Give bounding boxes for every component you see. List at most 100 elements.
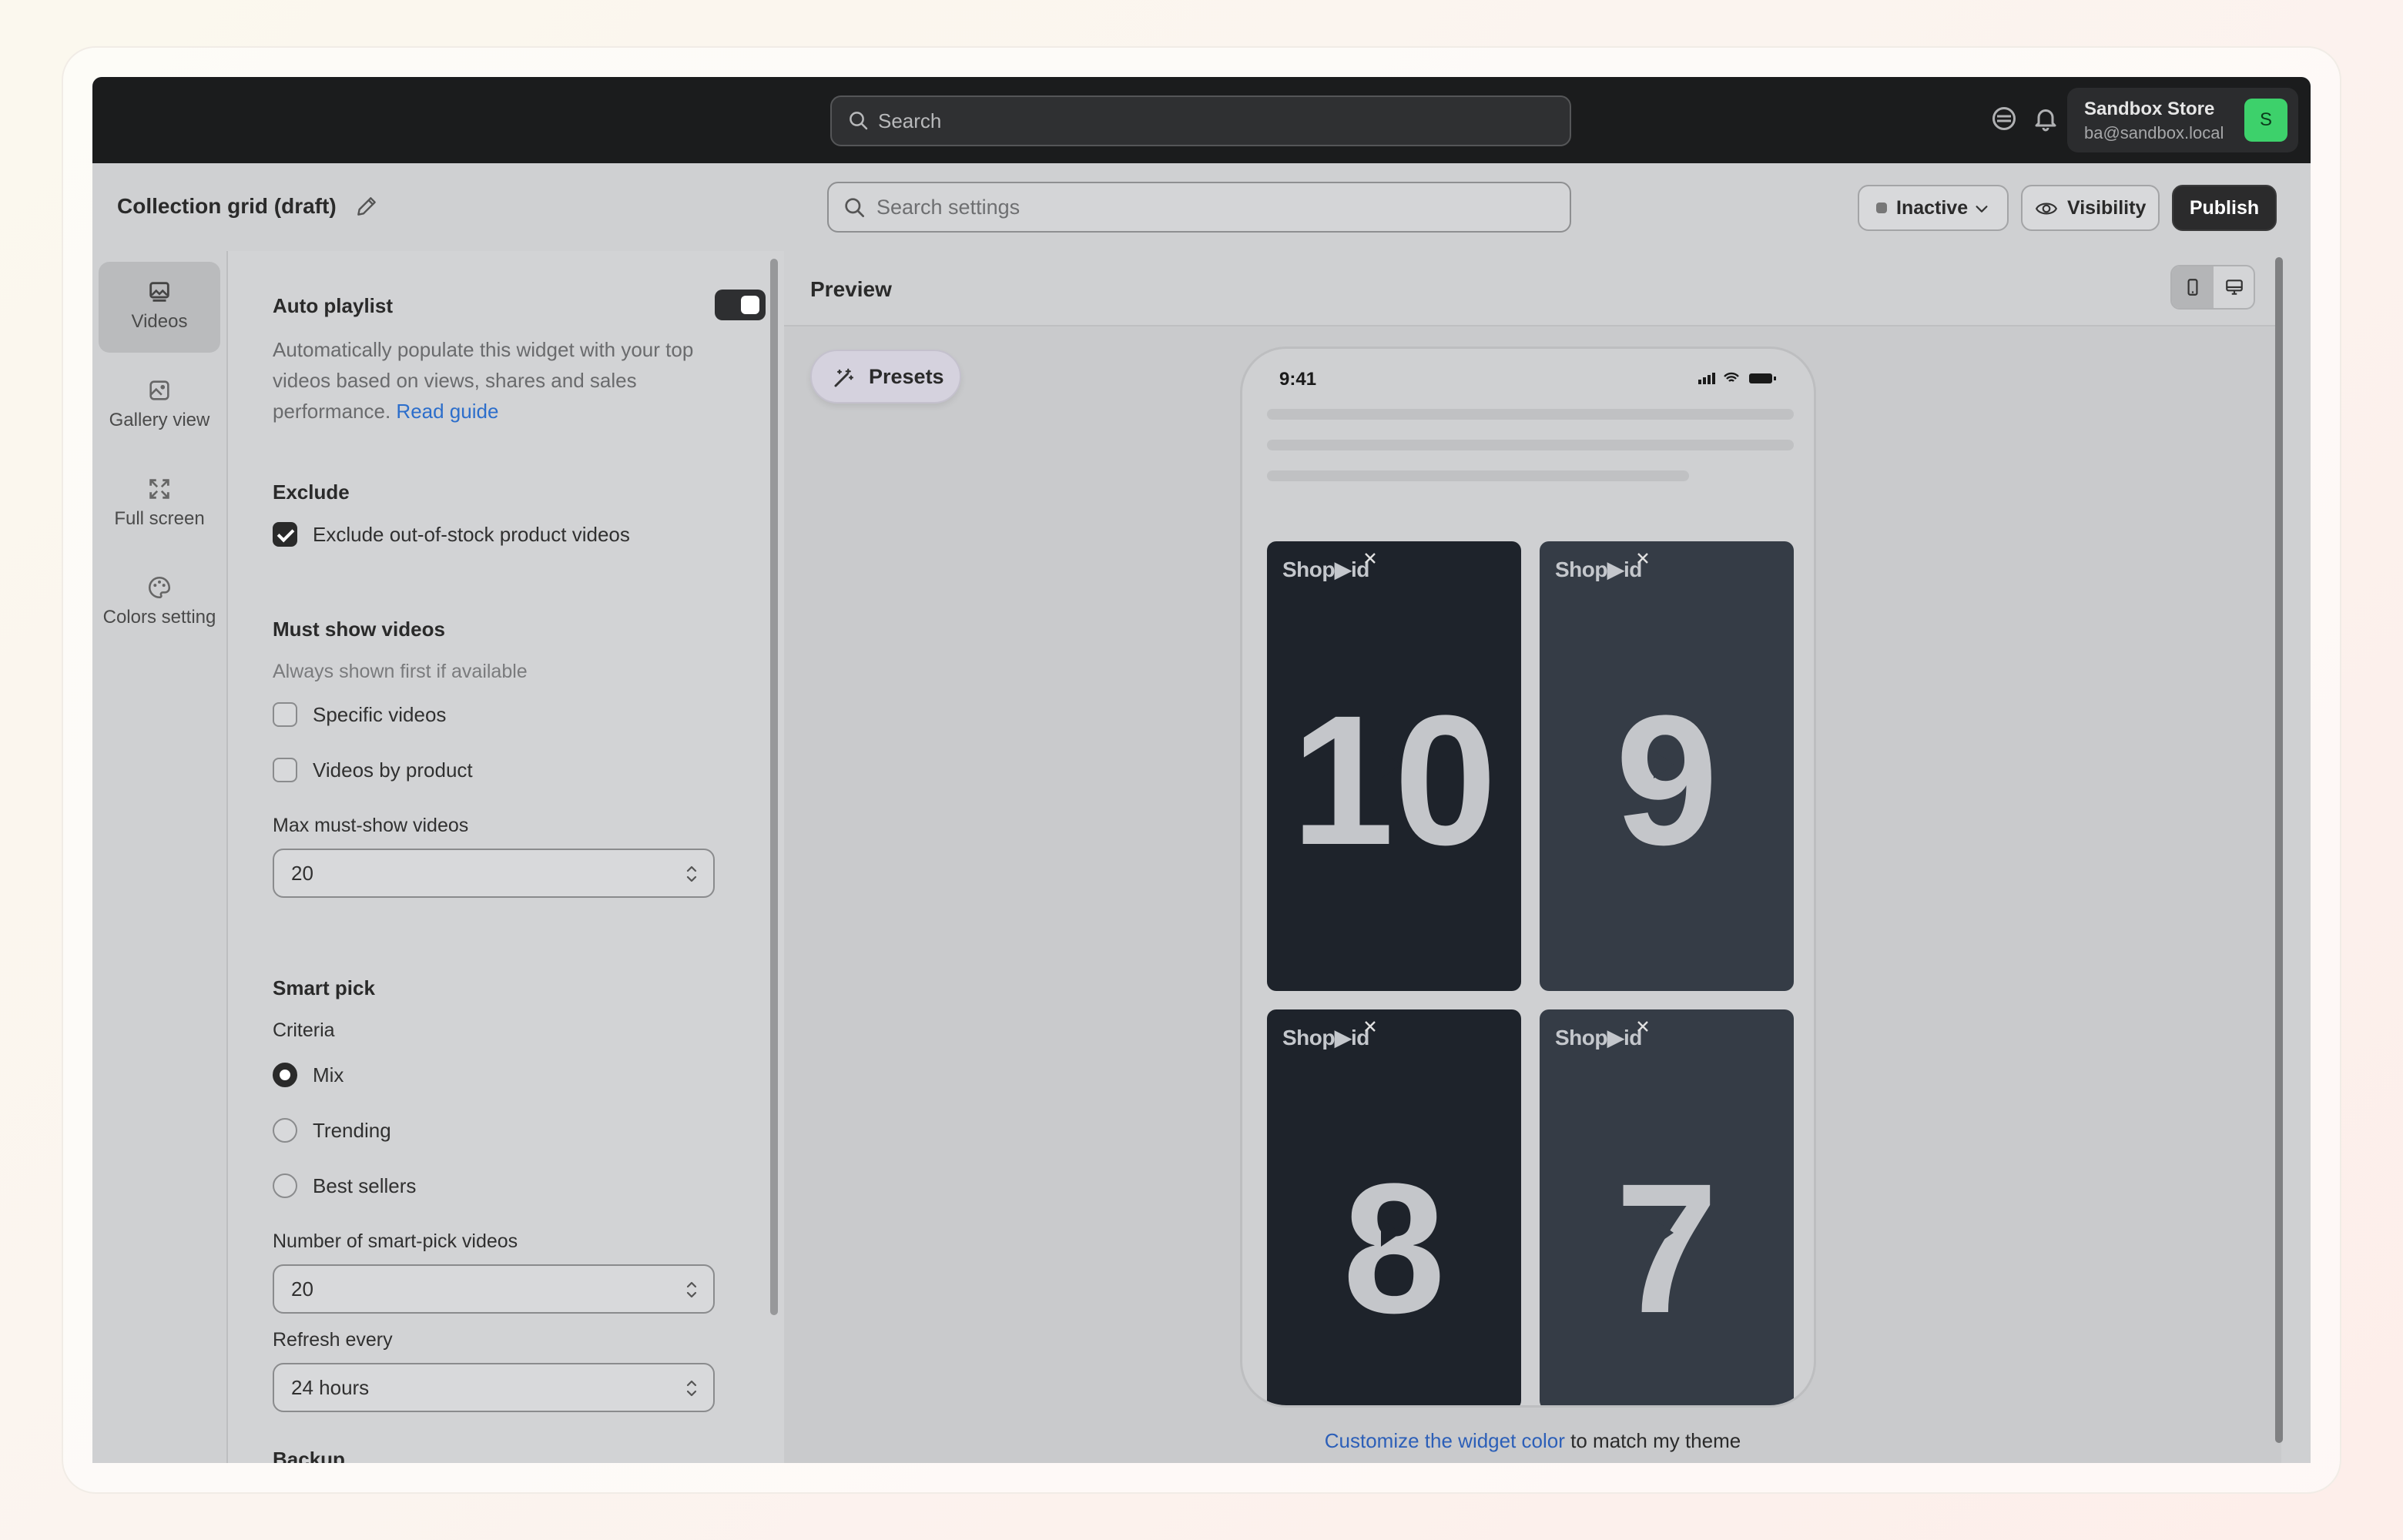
close-icon[interactable] — [1362, 551, 1378, 566]
app-window: Search Sandbox Store ba@sandbox.local S … — [92, 77, 2311, 1463]
rail-item-label: Gallery view — [109, 410, 210, 430]
preview-title: Preview — [810, 277, 892, 301]
select-arrows-icon — [686, 1380, 697, 1397]
refresh-every-select[interactable]: 24 hours — [273, 1363, 715, 1412]
rail-item-videos[interactable]: Videos — [99, 262, 220, 353]
play-icon — [1654, 751, 1674, 778]
gallery-icon — [149, 380, 169, 400]
exclude-out-of-stock-checkbox[interactable] — [273, 522, 297, 547]
eye-icon — [2035, 203, 2058, 215]
tile-brand-logo: Shop▶id — [1282, 1026, 1369, 1050]
close-icon[interactable] — [1635, 551, 1651, 566]
toggle-knob — [741, 296, 759, 314]
publish-button[interactable]: Publish — [2172, 185, 2277, 231]
auto-playlist-description: Automatically populate this widget with … — [273, 334, 704, 427]
status-dot-icon — [1876, 203, 1887, 213]
must-show-subtitle: Always shown first if available — [273, 661, 528, 682]
tile-number: 10 — [1291, 677, 1497, 883]
customize-widget-color-link[interactable]: Customize the widget color — [1325, 1429, 1565, 1452]
mobile-icon — [2187, 279, 2198, 296]
customize-hint-text: to match my theme — [1564, 1429, 1741, 1452]
max-must-show-label: Max must-show videos — [273, 815, 469, 836]
image-icon — [149, 282, 169, 302]
edit-pencil-icon[interactable] — [354, 194, 379, 219]
smart-pick-count-select[interactable]: 20 — [273, 1264, 715, 1314]
smart-pick-title: Smart pick — [273, 976, 375, 999]
store-email: ba@sandbox.local — [2084, 123, 2224, 142]
desktop-icon[interactable] — [2224, 277, 2244, 297]
global-search-input[interactable]: Search — [830, 95, 1571, 146]
criteria-trending-row[interactable]: Trending — [273, 1118, 391, 1143]
visibility-button[interactable]: Visibility — [2021, 185, 2160, 231]
specific-videos-label: Specific videos — [313, 702, 447, 726]
videos-by-product-checkbox[interactable] — [273, 758, 297, 782]
auto-playlist-toggle[interactable] — [715, 290, 766, 320]
video-tile[interactable]: Shop▶id 10 — [1267, 541, 1521, 991]
settings-search-placeholder: Search settings — [876, 195, 1021, 219]
phone-mockup: 9:41 Shop▶id 10 Shop▶id 9 Shop▶id 8 Shop… — [1240, 346, 1816, 1408]
must-show-title: Must show videos — [273, 618, 445, 641]
magic-wand-icon — [834, 368, 853, 387]
rail-item-label: Colors setting — [102, 607, 216, 628]
preview-scrollbar[interactable] — [2275, 257, 2283, 1443]
exclude-out-of-stock-label: Exclude out-of-stock product videos — [313, 522, 630, 546]
tile-number: 9 — [1615, 677, 1718, 883]
device-toggle — [2170, 265, 2255, 310]
phone-time: 9:41 — [1279, 369, 1317, 390]
global-search-placeholder: Search — [878, 109, 942, 132]
rail-item-full-screen[interactable]: Full screen — [99, 459, 220, 550]
settings-scrollbar[interactable] — [770, 259, 778, 1315]
play-icon — [1381, 1219, 1401, 1247]
support-icon[interactable] — [1990, 105, 2018, 132]
settings-nav-rail: Videos Gallery view Full screen Colors s… — [92, 251, 228, 1463]
play-icon — [1381, 751, 1401, 778]
criteria-mix-row[interactable]: Mix — [273, 1063, 344, 1087]
criteria-best-sellers-row[interactable]: Best sellers — [273, 1173, 416, 1198]
max-must-show-select[interactable]: 20 — [273, 849, 715, 898]
rail-item-gallery-view[interactable]: Gallery view — [99, 360, 220, 451]
video-tile[interactable]: Shop▶id 7 — [1540, 1009, 1794, 1405]
store-switcher[interactable]: Sandbox Store ba@sandbox.local S — [2067, 88, 2298, 152]
auto-playlist-title: Auto playlist — [273, 294, 394, 317]
criteria-best-sellers-label: Best sellers — [313, 1173, 417, 1197]
specific-videos-checkbox[interactable] — [273, 702, 297, 727]
exclude-out-of-stock-row[interactable]: Exclude out-of-stock product videos — [273, 522, 630, 547]
video-tile[interactable]: Shop▶id 9 — [1540, 541, 1794, 991]
refresh-every-label: Refresh every — [273, 1329, 393, 1351]
rail-item-label: Videos — [131, 311, 188, 332]
read-guide-link[interactable]: Read guide — [396, 400, 498, 423]
skeleton-line — [1267, 470, 1689, 481]
bell-icon[interactable] — [2032, 105, 2059, 132]
presets-button[interactable]: Presets — [810, 350, 961, 403]
exclude-title: Exclude — [273, 480, 350, 504]
customize-hint: Customize the widget color to match my t… — [784, 1429, 2281, 1453]
store-name: Sandbox Store — [2084, 99, 2215, 119]
criteria-mix-radio[interactable] — [273, 1063, 297, 1087]
criteria-trending-label: Trending — [313, 1118, 391, 1142]
play-icon — [1654, 1219, 1674, 1247]
criteria-best-sellers-radio[interactable] — [273, 1173, 297, 1198]
avatar: S — [2244, 99, 2287, 142]
video-tile[interactable]: Shop▶id 8 — [1267, 1009, 1521, 1405]
max-must-show-value: 20 — [291, 861, 313, 885]
settings-search-input[interactable]: Search settings — [827, 182, 1571, 233]
top-bar: Search Sandbox Store ba@sandbox.local S — [92, 77, 2311, 163]
close-icon[interactable] — [1635, 1019, 1651, 1034]
videos-by-product-label: Videos by product — [313, 758, 473, 782]
rail-item-colors-setting[interactable]: Colors setting — [99, 557, 220, 673]
rail-item-label: Full screen — [114, 508, 205, 529]
refresh-every-value: 24 hours — [291, 1375, 370, 1399]
videos-by-product-row[interactable]: Videos by product — [273, 758, 473, 782]
chevron-down-icon — [1976, 206, 1988, 213]
close-icon[interactable] — [1362, 1019, 1378, 1034]
skeleton-line — [1267, 440, 1794, 450]
presets-label: Presets — [869, 364, 944, 388]
settings-panel: Auto playlist Automatically populate thi… — [228, 251, 784, 1463]
select-arrows-icon — [686, 865, 697, 882]
tile-brand-logo: Shop▶id — [1555, 557, 1642, 581]
preview-header: Preview — [784, 251, 2281, 326]
criteria-trending-radio[interactable] — [273, 1118, 297, 1143]
tile-brand-logo: Shop▶id — [1282, 557, 1369, 581]
status-dropdown[interactable]: Inactive — [1858, 185, 2009, 231]
specific-videos-row[interactable]: Specific videos — [273, 702, 446, 727]
